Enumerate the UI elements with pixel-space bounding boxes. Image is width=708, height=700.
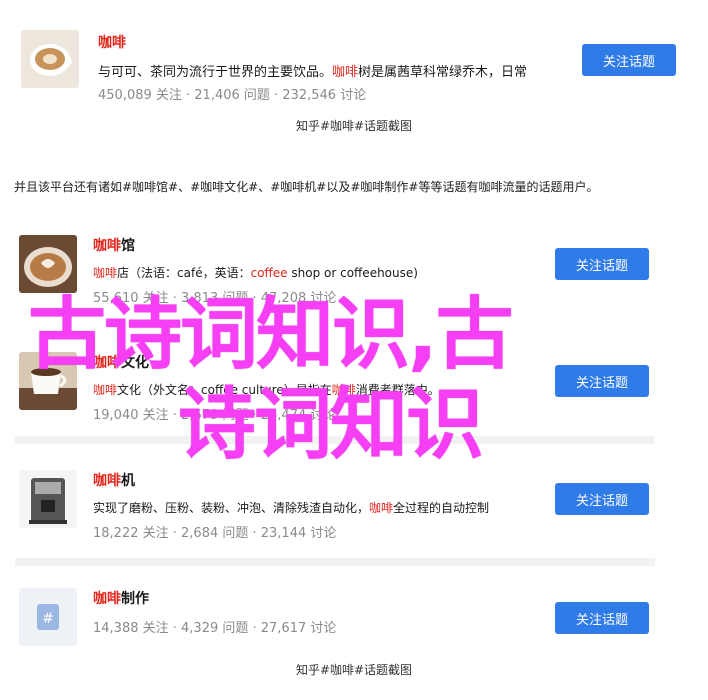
topic-card-1[interactable]: 咖啡 与可可、茶同为流行于世界的主要饮品。咖啡树是属茜草科常绿乔木，日常 450…: [15, 28, 676, 103]
topic-card-4[interactable]: 咖啡机 实现了磨粉、压粉、装粉、冲泡、清除残渣自动化，咖啡全过程的自动控制 18…: [15, 468, 675, 541]
desc-highlight: 咖啡: [332, 65, 359, 80]
follow-topic-button[interactable]: 关注话题: [555, 365, 649, 397]
topic-title-rest: 馆: [121, 238, 135, 254]
topic-description: 实现了磨粉、压粉、装粉、冲泡、清除残渣自动化，咖啡全过程的自动控制: [93, 499, 489, 516]
screenshot-caption-bottom: 知乎#咖啡#话题截图: [295, 663, 413, 677]
topic-title[interactable]: 咖啡制作: [93, 588, 149, 608]
topic-description: 与可可、茶同为流行于世界的主要饮品。咖啡树是属茜草科常绿乔木，日常: [98, 61, 527, 80]
desc-text: 树是属茜草科常绿乔木，日常: [358, 65, 528, 80]
desc-highlight: 咖啡: [93, 383, 118, 397]
coffee-machine-image: [19, 470, 77, 528]
overlay-text-line2: 诗词知识: [178, 380, 484, 470]
topic-title-rest: 制作: [121, 591, 149, 607]
topic-title-highlight: 咖啡: [93, 238, 121, 254]
desc-highlight: 咖啡: [369, 501, 394, 515]
desc-text: 全过程的自动控制: [393, 501, 490, 515]
topic-title[interactable]: 咖啡: [98, 32, 126, 52]
paragraph-text: 并且该平台还有诸如#咖啡馆#、#咖啡文化#、#咖啡机#以及#咖啡制作#等等话题有…: [14, 180, 599, 194]
follow-topic-button[interactable]: 关注话题: [582, 44, 676, 76]
topic-card-5[interactable]: # 咖啡制作 14,388 关注 · 4,329 问题 · 27,617 讨论 …: [15, 586, 675, 646]
screenshot-caption-top: 知乎#咖啡#话题截图: [295, 119, 413, 133]
follow-topic-button[interactable]: 关注话题: [555, 248, 649, 280]
topic-title[interactable]: 咖啡馆: [93, 235, 135, 255]
topic-title-rest: 机: [121, 473, 135, 489]
desc-text: 实现了磨粉、压粉、装粉、冲泡、清除残渣自动化，: [93, 501, 370, 515]
follow-topic-button[interactable]: 关注话题: [555, 483, 649, 515]
svg-text:#: #: [42, 611, 54, 627]
section-divider: [15, 558, 655, 566]
topic-stats: 18,222 关注 · 2,684 问题 · 23,144 讨论: [93, 526, 337, 541]
latte-cup-image: [21, 30, 79, 88]
desc-text: 与可可、茶同为流行于世界的主要饮品。: [98, 65, 333, 80]
hashtag-icon: #: [19, 588, 77, 646]
topic-title-highlight: 咖啡: [93, 473, 121, 489]
topic-title[interactable]: 咖啡机: [93, 470, 135, 490]
topic-title-highlight: 咖啡: [98, 35, 126, 51]
topic-stats: 14,388 关注 · 4,329 问题 · 27,617 讨论: [93, 621, 337, 636]
topic-title-highlight: 咖啡: [93, 591, 121, 607]
topic-stats: 450,089 关注 · 21,406 问题 · 232,546 讨论: [98, 88, 367, 103]
follow-topic-button[interactable]: 关注话题: [555, 602, 649, 634]
